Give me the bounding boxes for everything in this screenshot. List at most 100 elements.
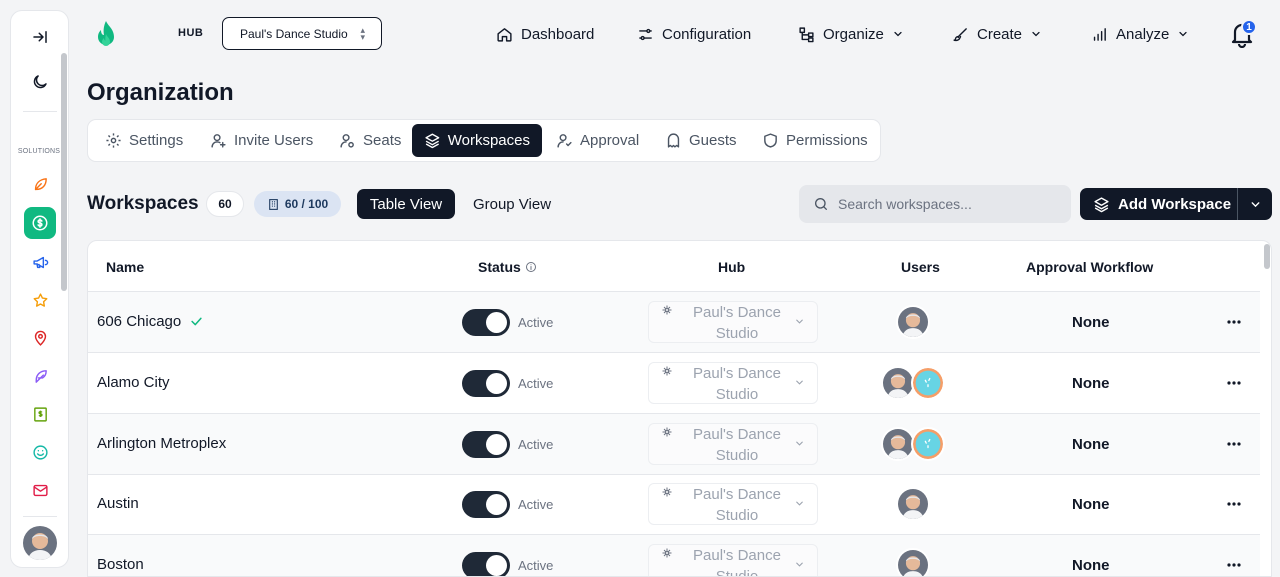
- more-icon[interactable]: [1224, 557, 1244, 573]
- tab-permissions-label: Permissions: [786, 132, 868, 149]
- add-workspace-button[interactable]: Add Workspace: [1080, 188, 1238, 220]
- leaf-icon: [34, 177, 47, 190]
- workspace-name-text: Boston: [97, 556, 144, 573]
- user-avatar: [881, 366, 915, 400]
- hub-select-value: Paul's Dance Studio: [240, 26, 348, 41]
- sidebar-item-bill[interactable]: [24, 398, 56, 430]
- status-toggle[interactable]: [462, 491, 510, 518]
- more-icon[interactable]: [1224, 496, 1244, 512]
- sidebar-item-leaf[interactable]: [24, 168, 56, 200]
- table-row[interactable]: Alamo City Active Paul's Dance Studio Non…: [88, 353, 1260, 414]
- hub-select[interactable]: Paul's Dance Studio: [648, 544, 818, 576]
- more-icon[interactable]: [1224, 375, 1244, 391]
- collapse-sidebar-button[interactable]: [24, 21, 56, 53]
- sidebar-item-location[interactable]: [24, 322, 56, 354]
- add-workspace-dropdown[interactable]: [1238, 188, 1272, 220]
- chevron-down-icon: [796, 319, 803, 324]
- tab-approval[interactable]: Approval: [544, 124, 651, 157]
- add-workspace-button-group: Add Workspace: [1080, 188, 1272, 220]
- column-header-users[interactable]: Users: [901, 259, 940, 275]
- more-icon[interactable]: [1224, 314, 1244, 330]
- tab-invite-users[interactable]: Invite Users: [198, 124, 325, 157]
- add-workspace-label: Add Workspace: [1118, 195, 1232, 213]
- hub-select[interactable]: Paul's Dance Studio ▴ ▾: [222, 17, 382, 50]
- sidebar-item-mail[interactable]: [24, 474, 56, 506]
- hub-name-line2: Studio: [715, 447, 759, 464]
- feather-icon: [35, 369, 47, 383]
- table-header: Name Status Hub Users Approval Workflow: [88, 241, 1260, 292]
- status-toggle[interactable]: [462, 552, 510, 576]
- hub-select[interactable]: Paul's Dance Studio: [648, 362, 818, 404]
- workspace-quota-badge: 60 / 100: [254, 191, 341, 217]
- table-row[interactable]: 606 Chicago Active Paul's Dance Studio No…: [88, 292, 1260, 353]
- nav-analyze[interactable]: Analyze: [1091, 17, 1189, 51]
- search-input[interactable]: [838, 196, 1058, 212]
- layers-icon: [1094, 196, 1109, 212]
- nav-dashboard[interactable]: Dashboard: [496, 17, 594, 51]
- sidebar-item-star[interactable]: [24, 284, 56, 316]
- workspace-name: 606 Chicago: [97, 313, 204, 330]
- tab-workspaces[interactable]: Workspaces: [412, 124, 542, 157]
- hub-select[interactable]: Paul's Dance Studio: [648, 301, 818, 343]
- status-text: Active: [518, 497, 554, 512]
- nav-create[interactable]: Create: [952, 17, 1042, 51]
- hub-select[interactable]: Paul's Dance Studio: [648, 483, 818, 525]
- nav-configuration[interactable]: Configuration: [637, 17, 751, 51]
- layers-icon: [425, 133, 440, 149]
- nav-dashboard-label: Dashboard: [521, 25, 595, 43]
- tab-seats-label: Seats: [363, 132, 402, 149]
- dollar-icon: [32, 215, 48, 231]
- status-text: Active: [518, 558, 554, 573]
- user-avatar: [896, 305, 930, 339]
- tab-settings[interactable]: Settings: [93, 124, 195, 157]
- sidebar-scrollbar[interactable]: [61, 53, 67, 291]
- approval-workflow: None: [1072, 557, 1110, 574]
- search-icon: [815, 198, 827, 210]
- organization-tabs: Settings Invite Users Seats Workspaces A…: [87, 119, 881, 162]
- bar-chart-icon: [1093, 27, 1106, 41]
- sidebar-section-label: SOLUTIONS: [17, 148, 61, 155]
- user-avatar: [896, 487, 930, 521]
- table-view-button[interactable]: Table View: [357, 189, 455, 219]
- column-header-name[interactable]: Name: [106, 259, 144, 275]
- table-row[interactable]: Austin Active Paul's Dance Studio None: [88, 474, 1260, 535]
- column-header-approval[interactable]: Approval Workflow: [1026, 259, 1153, 275]
- nav-create-label: Create: [977, 25, 1023, 43]
- tab-permissions[interactable]: Permissions: [750, 124, 880, 157]
- column-header-hub[interactable]: Hub: [718, 259, 745, 275]
- table-row[interactable]: Boston Active Paul's Dance Studio None: [88, 535, 1260, 576]
- workspace-name: Austin: [97, 495, 139, 512]
- sidebar-item-smile[interactable]: [24, 436, 56, 468]
- tab-guests[interactable]: Guests: [653, 124, 749, 157]
- tab-guests-label: Guests: [689, 132, 737, 149]
- info-icon[interactable]: [525, 261, 537, 273]
- check-icon: [191, 317, 202, 326]
- sidebar: SOLUTIONS: [10, 10, 69, 568]
- tab-seats[interactable]: Seats: [327, 124, 413, 157]
- sidebar-item-dollar[interactable]: [24, 207, 56, 239]
- dark-mode-button[interactable]: [24, 66, 56, 98]
- status-toggle[interactable]: [462, 370, 510, 397]
- sidebar-item-feather[interactable]: [24, 360, 56, 392]
- workspaces-title: Workspaces: [87, 193, 199, 214]
- brush-icon: [953, 27, 967, 41]
- hub-name-line1: Paul's Dance: [693, 547, 781, 564]
- hub-name-line1: Paul's Dance: [693, 304, 781, 321]
- column-header-status[interactable]: Status: [478, 259, 537, 275]
- workspace-name-text: Arlington Metroplex: [97, 435, 227, 452]
- table-row[interactable]: Arlington Metroplex Active Paul's Dance S…: [88, 414, 1260, 475]
- sidebar-item-megaphone[interactable]: [24, 246, 56, 278]
- mail-icon: [32, 484, 48, 496]
- user-gear-icon: [340, 134, 354, 148]
- group-view-button[interactable]: Group View: [463, 189, 561, 219]
- user-avatar[interactable]: [23, 526, 57, 560]
- status-toggle[interactable]: [462, 431, 510, 458]
- table-scrollbar[interactable]: [1264, 244, 1270, 269]
- status-toggle[interactable]: [462, 309, 510, 336]
- more-icon[interactable]: [1224, 436, 1244, 452]
- hub-select[interactable]: Paul's Dance Studio: [648, 423, 818, 465]
- workspace-name: Boston: [97, 556, 144, 573]
- sidebar-divider: [23, 111, 57, 112]
- nav-organize[interactable]: Organize: [798, 17, 904, 51]
- nav-configuration-label: Configuration: [662, 25, 752, 43]
